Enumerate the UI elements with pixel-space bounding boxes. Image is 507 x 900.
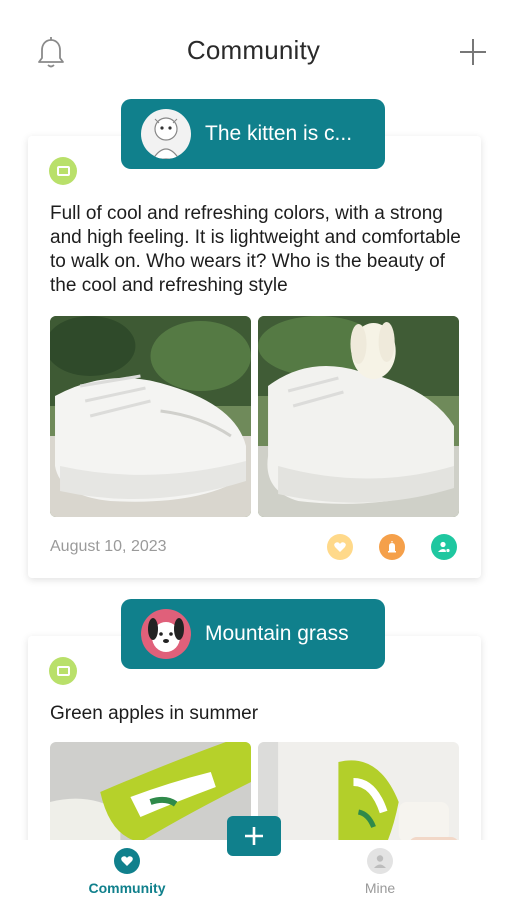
report-icon[interactable] xyxy=(379,534,405,560)
profile-icon xyxy=(367,848,393,874)
post-feed[interactable]: The kitten is c... Full of cool and refr… xyxy=(0,96,507,840)
top-bar: Community xyxy=(0,0,507,100)
plus-icon xyxy=(245,827,263,845)
like-icon[interactable] xyxy=(327,534,353,560)
follow-icon[interactable] xyxy=(431,534,457,560)
green-sneakers-photo[interactable] xyxy=(258,742,459,840)
tab-label: Mine xyxy=(364,880,396,896)
category-icon xyxy=(49,657,77,685)
avatar xyxy=(141,109,191,159)
category-icon xyxy=(49,157,77,185)
author-pill[interactable]: The kitten is c... xyxy=(121,99,385,169)
post-text: Green apples in summer xyxy=(50,703,259,724)
post-actions xyxy=(327,534,457,560)
white-sneakers-photo[interactable] xyxy=(258,316,459,517)
author-name: Mountain grass xyxy=(205,622,349,645)
avatar xyxy=(141,609,191,659)
white-sneakers-photo[interactable] xyxy=(50,316,251,517)
plus-icon[interactable] xyxy=(457,36,489,68)
add-post-button[interactable] xyxy=(227,816,281,856)
tab-label: Community xyxy=(88,880,166,896)
community-icon xyxy=(114,848,140,874)
author-pill[interactable]: Mountain grass xyxy=(121,599,385,669)
post-text: Full of cool and refreshing colors, with… xyxy=(50,203,461,296)
post-card[interactable]: The kitten is c... Full of cool and refr… xyxy=(28,99,481,578)
post-date: August 10, 2023 xyxy=(50,538,167,555)
author-name: The kitten is c... xyxy=(205,122,353,145)
green-sneakers-photo[interactable] xyxy=(50,742,251,840)
page-title: Community xyxy=(186,35,321,65)
tab-community[interactable]: Community xyxy=(77,848,177,896)
image-row xyxy=(50,316,459,517)
post-card[interactable]: Mountain grass Green apples in summer xyxy=(28,599,481,840)
tab-mine[interactable]: Mine xyxy=(330,848,430,896)
